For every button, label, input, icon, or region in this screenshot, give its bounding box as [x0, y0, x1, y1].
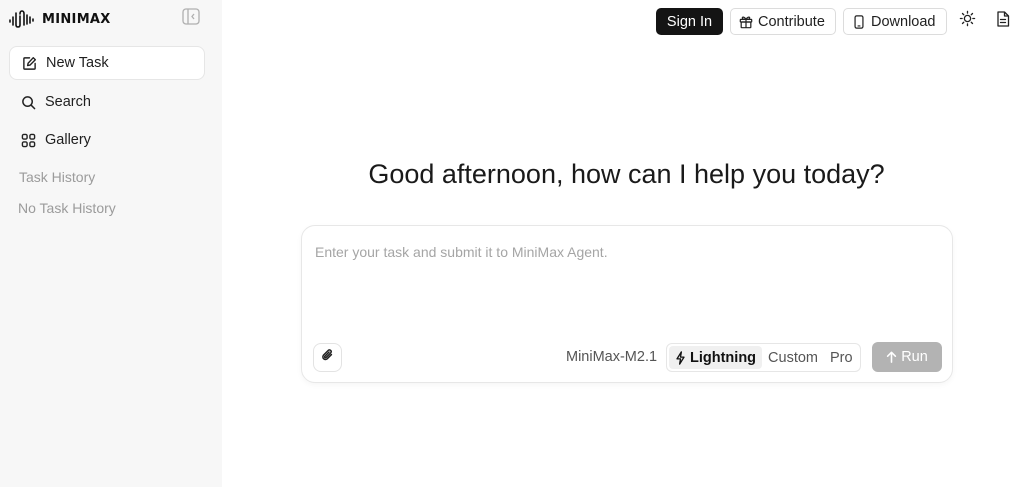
sidebar-item-label: Search [45, 94, 91, 110]
brand-name: MINIMAX [42, 11, 111, 27]
grid-icon [20, 132, 36, 148]
sign-in-button[interactable]: Sign In [656, 8, 723, 35]
sidebar-item-new-task[interactable]: New Task [9, 46, 205, 80]
edit-icon [21, 55, 37, 71]
sidebar-item-search[interactable]: Search [9, 85, 205, 119]
contribute-label: Contribute [758, 13, 825, 30]
task-composer: MiniMax-M2.1 Lightning Custom Pro Run [301, 225, 953, 383]
mode-pro[interactable]: Pro [824, 346, 859, 369]
contribute-button[interactable]: Contribute [730, 8, 836, 35]
mode-lightning[interactable]: Lightning [669, 346, 763, 369]
attach-button[interactable] [313, 343, 342, 372]
task-history-empty: No Task History [18, 200, 116, 216]
mode-label: Pro [830, 349, 853, 366]
lightning-icon [675, 350, 686, 365]
arrow-up-icon [886, 351, 897, 363]
mode-label: Lightning [690, 349, 757, 366]
theme-toggle-button[interactable] [957, 10, 977, 32]
mode-selector: Lightning Custom Pro [666, 343, 861, 372]
phone-icon [852, 14, 866, 29]
sidebar-item-gallery[interactable]: Gallery [9, 123, 205, 157]
brand[interactable]: MINIMAX [8, 8, 111, 30]
mode-custom[interactable]: Custom [762, 346, 824, 369]
sidebar-item-label: Gallery [45, 132, 91, 148]
run-button[interactable]: Run [872, 342, 942, 372]
greeting-heading: Good afternoon, how can I help you today… [368, 159, 885, 189]
sidebar-collapse-button[interactable] [181, 8, 200, 30]
task-input[interactable] [315, 244, 935, 324]
search-icon [20, 94, 36, 110]
run-label: Run [901, 349, 928, 365]
task-history-title: Task History [19, 169, 96, 185]
sun-icon [959, 10, 976, 32]
mode-label: Custom [768, 349, 818, 366]
model-selector[interactable]: MiniMax-M2.1 [566, 349, 657, 365]
sidebar-item-label: New Task [46, 55, 109, 71]
document-icon [996, 10, 1010, 32]
waveform-logo-icon [8, 9, 38, 29]
download-label: Download [871, 13, 936, 30]
download-button[interactable]: Download [843, 8, 947, 35]
gift-icon [739, 15, 753, 29]
sidebar: MINIMAX New Task Search Gallery Task His… [0, 0, 222, 487]
docs-button[interactable] [993, 10, 1013, 32]
sidebar-collapse-icon [181, 8, 200, 30]
paperclip-icon [321, 348, 334, 367]
